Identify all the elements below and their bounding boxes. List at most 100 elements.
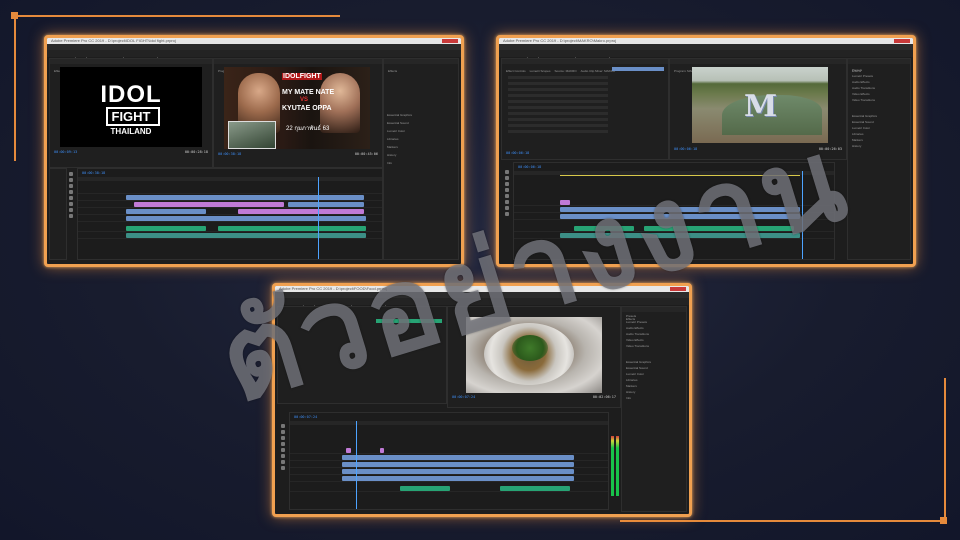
effect-controls-panel: Effect Controls Lumetri Scopes Source: MAK… [501, 58, 669, 160]
workspace-bar: LearningAssemblyEditingColorEffectsAudio… [47, 50, 461, 64]
timeline-timecode: 00:00:07:24 [294, 415, 318, 419]
selection-tool-icon [281, 424, 285, 428]
timeline-panel[interactable]: 00:00:07:24 [289, 412, 609, 510]
logo-idol: IDOL [100, 81, 162, 108]
timeline-ruler[interactable] [290, 421, 608, 425]
audio-meter-left [611, 436, 614, 496]
tools-panel[interactable] [67, 170, 75, 220]
hand-tool-icon [69, 208, 73, 212]
razor-tool-icon [69, 190, 73, 194]
ripple-edit-tool-icon [505, 182, 509, 186]
program-monitor-panel: Program: MAKRO M 00:00:06:18 00:00:26:03 [669, 58, 847, 160]
program-duration: 00:02:06:17 [592, 395, 616, 399]
selection-tool-icon [505, 170, 509, 174]
effects-list-item[interactable]: Info [387, 159, 458, 167]
ripple-edit-tool-icon [281, 436, 285, 440]
program-timecode: 00:00:06:18 [674, 147, 698, 151]
timeline-panel[interactable]: 00:00:38:18 [77, 168, 383, 260]
tools-panel[interactable] [503, 168, 511, 218]
decor-square-top-left [11, 12, 18, 19]
timeline-playhead[interactable] [356, 421, 357, 509]
poster-brand: IDOLFIGHT [282, 73, 322, 80]
effects-list-item[interactable]: Essential Graphics [387, 111, 458, 119]
project-panel [49, 168, 67, 260]
source-duration: 00:00:28:18 [184, 150, 208, 154]
program-duration: 00:00:26:03 [818, 147, 842, 151]
effects-list-item[interactable]: Lumetri Color [387, 127, 458, 135]
workspace-bar: LearningAssemblyEditingColorEffectsAudio… [275, 298, 689, 312]
razor-tool-icon [281, 442, 285, 446]
program-timecode: 00:00:07:24 [452, 395, 476, 399]
pen-tool-icon [281, 454, 285, 458]
type-tool-icon [281, 466, 285, 470]
program-duration: 00:00:45:06 [354, 152, 378, 156]
program-video-poster: IDOLFIGHT MY MATE NATE VS KYUTAE OPPA 22… [224, 67, 370, 149]
program-video-landscape: M [692, 67, 828, 143]
program-video-food [466, 317, 602, 393]
slip-tool-icon [69, 196, 73, 200]
effects-panel-title[interactable]: Effects [852, 69, 861, 74]
effects-list-item[interactable]: History [852, 143, 910, 149]
poster-date: 22 กุมภาพันธ์ 63 [286, 126, 330, 132]
source-monitor-panel: Effect ControlsLumetri ScopesSource: IDO… [49, 58, 213, 171]
effects-panel: Effects Presets Lumetri Presets Audio Ef… [621, 306, 687, 512]
effects-panel: Effects Essential Graphics Essential Sou… [383, 58, 459, 260]
effects-list-item[interactable]: Essential Sound [387, 119, 458, 127]
effects-list-item[interactable]: History [387, 151, 458, 159]
effect-controls-clip-bar[interactable] [376, 319, 442, 323]
program-transport-controls[interactable] [254, 159, 318, 172]
source-timecode: 00:00:09:13 [54, 150, 78, 154]
source-transport-controls[interactable] [100, 158, 156, 171]
razor-tool-icon [505, 188, 509, 192]
decor-line-bottom-right-v [944, 378, 946, 522]
logo-thailand: THAILAND [110, 127, 152, 136]
workspace-bar: LearningAssemblyEditingColorEffectsAudio… [499, 50, 913, 64]
track-select-tool-icon [505, 176, 509, 180]
timeline-timecode: 00:00:38:18 [82, 171, 106, 175]
pen-tool-icon [69, 202, 73, 206]
slip-tool-icon [505, 194, 509, 198]
tools-panel[interactable] [279, 422, 287, 472]
window-controls[interactable] [670, 287, 686, 291]
window-controls[interactable] [442, 39, 458, 43]
herbs-garnish [512, 335, 548, 361]
effects-panel-title[interactable]: Effects [626, 317, 635, 322]
timeline-timecode: 00:00:06:18 [518, 165, 542, 169]
effect-controls-timecode: 00:00:06:18 [506, 151, 530, 155]
timeline-ruler[interactable] [78, 177, 382, 181]
source-video: IDOL FIGHT THAILAND [60, 67, 202, 147]
hand-tool-icon [505, 206, 509, 210]
decor-line-top-left-v [14, 15, 16, 161]
track-select-tool-icon [281, 430, 285, 434]
timeline-playhead[interactable] [802, 171, 803, 259]
effects-list-item[interactable]: Markers [387, 143, 458, 151]
poster-line1: MY MATE NATE [282, 89, 335, 96]
screenshot-idol-fight: Adobe Premiere Pro CC 2019 - D:\project\… [44, 35, 464, 267]
effects-list-item[interactable]: Info [626, 395, 686, 401]
type-tool-icon [69, 214, 73, 218]
work-area-bar[interactable] [560, 175, 800, 176]
program-timecode: 00:00:38:18 [218, 152, 242, 156]
decor-line-top-left-h [14, 15, 340, 17]
screenshot-landscape-edit: Adobe Premiere Pro CC 2019 - D:\project\… [496, 35, 916, 267]
effect-controls-clip-bar[interactable] [612, 67, 664, 71]
window-controls[interactable] [894, 39, 910, 43]
effect-controls-panel [277, 306, 447, 404]
poster-vs: VS [300, 97, 309, 103]
timeline-playhead[interactable] [318, 177, 319, 259]
timeline-panel[interactable]: 00:00:06:18 [513, 162, 835, 260]
track-select-tool-icon [69, 178, 73, 182]
effects-panel-title[interactable]: Effects [388, 69, 397, 74]
type-tool-icon [505, 212, 509, 216]
effects-list-item[interactable]: Libraries [387, 135, 458, 143]
effects-panel: Effects Presets Lumetri Presets Audio Ef… [847, 58, 911, 260]
inset-video-thumbnail [228, 121, 276, 149]
audio-meter-right [616, 436, 619, 496]
poster-line2: KYUTAE OPPA [282, 105, 332, 112]
hand-tool-icon [281, 460, 285, 464]
decor-square-bottom-right [940, 517, 947, 524]
screenshot-food-edit: Adobe Premiere Pro CC 2019 - D:\project\… [272, 283, 692, 517]
program-monitor-panel: 00:00:07:24 00:02:06:17 [447, 306, 621, 408]
program-monitor-panel: Program: IDOLFIGHT IDOLFIGHT MY MATE NAT… [213, 58, 383, 172]
decor-line-bottom-right-h [620, 520, 946, 522]
